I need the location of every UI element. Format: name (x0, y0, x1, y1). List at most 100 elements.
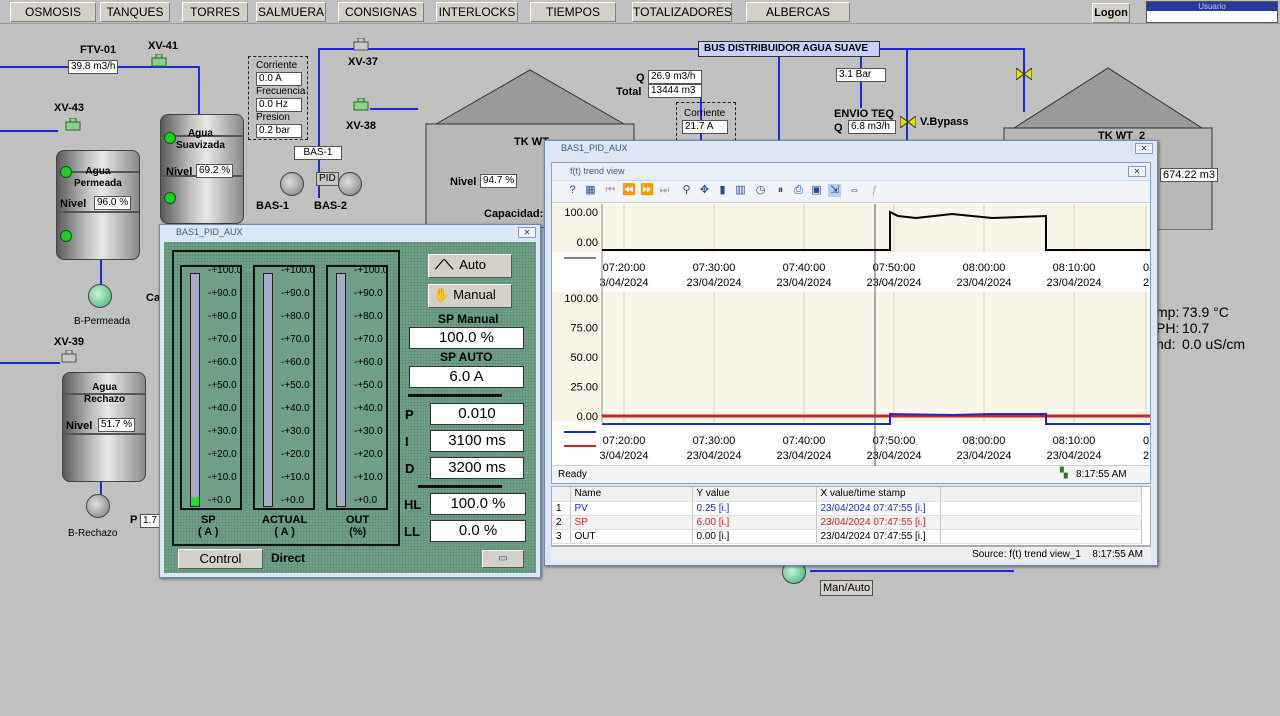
ftv01-value: 39.8 m3/h (68, 60, 119, 74)
x-tick-label: 08:00:00 (963, 262, 1006, 274)
pump-icon[interactable] (86, 494, 110, 518)
first-icon[interactable]: ⏮ (604, 184, 617, 197)
hl-input[interactable]: 100.0 % (430, 493, 526, 515)
pid-box[interactable]: PID (316, 172, 339, 186)
formula-icon[interactable]: ƒ (868, 184, 881, 197)
close-icon[interactable]: ✕ (1128, 166, 1146, 177)
zoom-icon[interactable]: ⚲ (680, 184, 693, 197)
frecuencia-label: Frecuencia (256, 86, 306, 97)
ph-value: 10.7 (1182, 320, 1210, 336)
valve-icon[interactable] (352, 38, 370, 52)
back-icon[interactable]: ⏪ (622, 184, 636, 197)
cursor-icon[interactable]: ⇲ (828, 184, 841, 197)
screen-icon[interactable]: ▭ (482, 550, 524, 568)
nav-salmuera[interactable]: SALMUERA (256, 2, 326, 22)
nivel-label: Nivel (450, 176, 477, 188)
stats-icon[interactable]: ⇔ (848, 184, 861, 197)
axis-icon[interactable]: ▥ (734, 184, 747, 197)
divider (408, 394, 502, 397)
nav-tanques[interactable]: TANQUES (100, 2, 170, 22)
ll-input[interactable]: 0.0 % (430, 520, 526, 542)
scale-tick: -+50.0 (354, 380, 383, 391)
q-value: 26.9 m3/h (648, 70, 702, 84)
pipe (0, 130, 58, 132)
print-icon[interactable]: ⎙ (792, 184, 805, 197)
status-led (60, 166, 72, 178)
nav-tiempos[interactable]: TIEMPOS (530, 2, 616, 22)
trend-toolbar: ? ▦ ⏮ ⏪ ⏩ ⏭ ⚲ ✥ ▮ ▥ ◷ ⏸ ⎙ ▣ ⇲ ⇔ ƒ (552, 181, 1150, 203)
valve-icon[interactable] (60, 350, 78, 364)
b-rechazo-label: B-Rechazo (68, 528, 118, 539)
total-label: Total (616, 86, 642, 98)
valve-icon[interactable] (352, 98, 370, 112)
valve-icon[interactable] (150, 54, 168, 68)
nivel-label: Nivel (66, 420, 93, 432)
export-icon[interactable]: ▣ (810, 184, 823, 197)
nav-torres[interactable]: TORRES (182, 2, 248, 22)
x-tick-label: 08:00:00 (963, 435, 1006, 447)
logon-button[interactable]: Logon (1092, 3, 1130, 23)
pipe (370, 108, 418, 110)
nav-interlocks[interactable]: INTERLOCKS (436, 2, 518, 22)
suavizada-level: 69.2 % (196, 164, 234, 178)
y-tick-label: 0.00 (577, 411, 598, 423)
status-bar: Ready ▚ 8:17:55 AM (552, 465, 1150, 483)
table-row[interactable]: 2 SP 6.00 [i.] 23/04/2024 07:47:55 [i.] (552, 515, 1142, 530)
close-icon[interactable]: ✕ (1135, 143, 1153, 154)
scale-tick: -+50.0 (208, 380, 237, 391)
sp-auto-input[interactable]: 6.0 A (409, 366, 524, 388)
i-input[interactable]: 3100 ms (430, 430, 524, 452)
x-tick-label: 0 (1143, 435, 1149, 447)
scale-tick: -+20.0 (281, 449, 310, 460)
help-icon[interactable]: ? (566, 184, 579, 197)
manual-button[interactable]: ✋ Manual (428, 284, 512, 308)
clock-icon[interactable]: ◷ (754, 184, 767, 197)
pipe (318, 48, 698, 50)
nav-albercas[interactable]: ALBERCAS (746, 2, 850, 22)
table-row[interactable]: 3 OUT 0.00 [i.] 23/04/2024 07:47:55 [i.] (552, 529, 1142, 544)
bypass-valve-icon[interactable] (900, 116, 916, 128)
bar-value: 3.1 Bar (836, 68, 886, 82)
envio-q-value: 6.8 m3/h (848, 120, 896, 134)
pipe (198, 66, 200, 118)
scale-tick: -+50.0 (281, 380, 310, 391)
out-label: OUT (%) (346, 514, 370, 538)
pump-icon[interactable] (280, 172, 304, 196)
nav-osmosis[interactable]: OSMOSIS (10, 2, 96, 22)
scale-tick: -+40.0 (208, 403, 237, 414)
forward-icon[interactable]: ⏩ (640, 184, 654, 197)
pump-icon[interactable] (88, 284, 112, 308)
d-input[interactable]: 3200 ms (430, 457, 524, 479)
scale-tick: -+30.0 (208, 426, 237, 437)
scale-tick: -+0.0 (354, 495, 378, 506)
nav-totalizadores[interactable]: TOTALIZADORES (632, 2, 732, 22)
scale-tick: -+80.0 (281, 311, 310, 322)
control-button[interactable]: Control (178, 549, 263, 569)
table-row[interactable]: 1 PV 0.25 [i.] 23/04/2024 07:47:55 [i.] (552, 501, 1142, 516)
man-auto-button[interactable]: Man/Auto (820, 580, 874, 596)
xv38-label: XV-38 (346, 120, 376, 132)
x-tick-label: 07:30:00 (693, 435, 736, 447)
p-input[interactable]: 0.010 (430, 403, 524, 425)
pump-icon[interactable] (338, 172, 362, 196)
close-icon[interactable]: ✕ (518, 227, 536, 238)
capacidad-label: Capacidad: 7 (484, 208, 553, 220)
valve-icon[interactable] (64, 118, 82, 132)
ftv01-label: FTV-01 (80, 44, 117, 56)
nav-consignas[interactable]: CONSIGNAS (338, 2, 424, 22)
vbypass-label: V.Bypass (920, 116, 969, 128)
move-icon[interactable]: ✥ (698, 184, 711, 197)
last-icon[interactable]: ⏭ (658, 184, 671, 197)
sp-manual-input[interactable]: 100.0 % (409, 327, 524, 349)
d-param-label: D (405, 461, 415, 476)
xv43-label: XV-43 (54, 102, 84, 114)
trend-chart[interactable]: 100.00 0.00 100.00 75.00 50.00 25.00 0.00 07:20… (552, 204, 1150, 466)
sp-label: SP ( A ) (198, 514, 219, 538)
status-led (164, 132, 176, 144)
auto-button[interactable]: ⟋⟍ Auto (428, 254, 512, 278)
rechazo-level: 51.7 % (98, 418, 136, 432)
pause-icon[interactable]: ⏸ (774, 184, 787, 197)
ruler-icon[interactable]: ▮ (716, 184, 729, 197)
tank-rechazo-label: Agua Rechazo (84, 382, 126, 405)
page-icon[interactable]: ▦ (584, 184, 597, 197)
